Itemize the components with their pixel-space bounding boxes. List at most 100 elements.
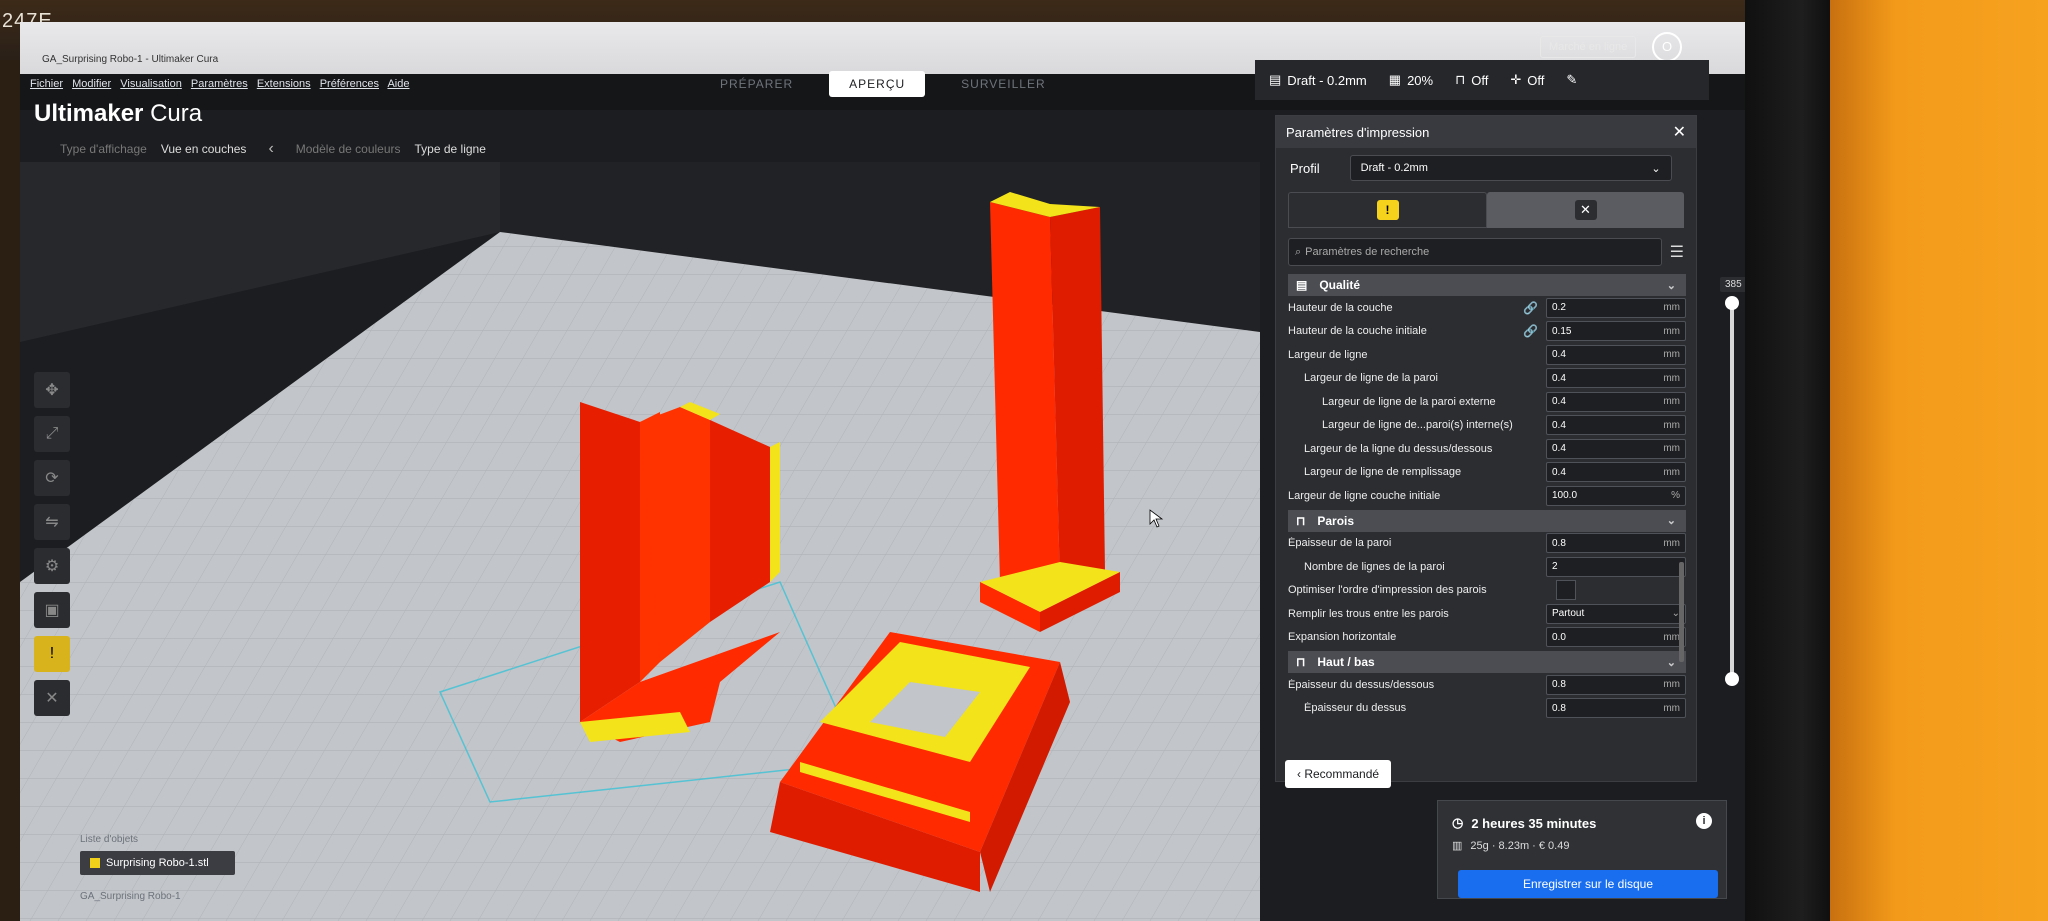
setting-input[interactable]: 0.4 mm — [1546, 438, 1686, 459]
adhesion-icon: ✛ — [1510, 72, 1522, 87]
category-quality[interactable]: ▤ Qualité ⌄ — [1288, 274, 1686, 296]
view-type-label: Type d'affichage — [60, 142, 147, 156]
setting-unit: mm — [1663, 537, 1680, 549]
layer-slider[interactable] — [1730, 300, 1734, 680]
setting-input[interactable]: 0.8 mm — [1546, 533, 1686, 554]
tab-extruder-1[interactable]: ! — [1288, 192, 1487, 228]
rotate-icon[interactable]: ⟳ — [34, 460, 70, 496]
setting-input[interactable]: 0.4 mm — [1546, 368, 1686, 389]
orange-wall — [1830, 0, 2048, 921]
mirror-icon[interactable]: ⇋ — [34, 504, 70, 540]
setting-row: Largeur de ligne de remplissage 0.4 mm — [1288, 461, 1686, 485]
setup-profile: ▤ Draft - 0.2mm — [1269, 72, 1367, 88]
setting-input[interactable]: 0.4 mm — [1546, 344, 1686, 365]
link-icon[interactable]: 🔗 — [1523, 301, 1538, 315]
setting-input[interactable]: 0.4 mm — [1546, 462, 1686, 483]
setup-adhesion: ✛ Off — [1510, 72, 1544, 88]
object-list: Liste d'objets Surprising Robo-1.stl GA_… — [80, 834, 235, 902]
chevron-down-icon: ⌄ — [1666, 656, 1676, 669]
warning-tool-icon[interactable]: ! — [34, 636, 70, 672]
build-plate-viewport[interactable] — [20, 162, 1300, 921]
menu-preferences[interactable]: Préférences — [320, 78, 379, 90]
setting-value: Partout — [1552, 608, 1585, 620]
stage-tabs: PRÉPARER APERÇU SURVEILLER — [720, 70, 1046, 98]
color-scheme-select[interactable]: Type de ligne — [415, 142, 486, 156]
filament-icon: ▥ — [1452, 840, 1463, 852]
profile-label: Profil — [1290, 160, 1320, 176]
search-input[interactable]: ⌕ Paramètres de recherche — [1288, 238, 1662, 266]
account-button[interactable]: O — [1652, 32, 1682, 62]
setting-label: Remplir les trous entre les parois — [1288, 607, 1449, 620]
settings-list[interactable]: ▤ Qualité ⌄ Hauteur de la couche 🔗 0.2 mm… — [1288, 272, 1686, 742]
print-setup-bar[interactable]: ▤ Draft - 0.2mm ▦ 20% ⊓ Off ✛ Off ✎ — [1255, 60, 1709, 100]
scale-icon[interactable]: ⤢ — [34, 416, 70, 452]
setting-unit: % — [1671, 490, 1680, 502]
tab-prepare[interactable]: PRÉPARER — [720, 77, 793, 91]
setting-row: Hauteur de la couche 🔗 0.2 mm — [1288, 296, 1686, 320]
menu-view[interactable]: Visualisation — [120, 78, 182, 90]
setting-input[interactable]: 0.8 mm — [1546, 674, 1686, 695]
walls-icon: ⊓ — [1296, 513, 1306, 528]
recommended-button[interactable]: ‹ Recommandé — [1285, 760, 1392, 788]
setting-value: 0.2 — [1552, 302, 1566, 314]
profile-select[interactable]: Draft - 0.2mm ⌄ — [1349, 155, 1672, 181]
category-walls[interactable]: ⊓ Parois ⌄ — [1288, 509, 1686, 532]
category-top-bottom[interactable]: ⊓ Haut / bas ⌄ — [1288, 651, 1686, 673]
chevron-left-icon[interactable]: ‹ — [268, 140, 273, 158]
setting-input[interactable]: 100.0% — [1546, 485, 1686, 506]
extruder-tabs: ! ✕ — [1288, 192, 1684, 228]
setup-support: ⊓ Off — [1455, 72, 1488, 88]
settings-scrollbar[interactable] — [1679, 562, 1684, 662]
setting-value: 2 — [1552, 561, 1558, 573]
setting-input[interactable]: 0.0 mm — [1546, 627, 1686, 648]
edit-icon[interactable]: ✎ — [1566, 72, 1577, 88]
save-to-disk-button[interactable]: Enregistrer sur le disque — [1458, 870, 1718, 898]
setting-value: 0.8 — [1552, 679, 1566, 691]
setting-label: Largeur de ligne de remplissage — [1304, 466, 1462, 479]
setting-unit: mm — [1663, 466, 1680, 478]
setting-label: Nombre de lignes de la paroi — [1304, 560, 1445, 573]
setting-input[interactable]: 0.2 mm — [1546, 297, 1686, 318]
panel-header: Paramètres d'impression ✕ — [1276, 116, 1696, 148]
setting-row: Remplir les trous entre les parois Parto… — [1288, 602, 1686, 626]
setting-select[interactable]: Partout ⌄ — [1546, 603, 1686, 624]
layer-slider-bottom-handle[interactable] — [1725, 672, 1739, 686]
object-list-item[interactable]: Surprising Robo-1.stl — [80, 851, 235, 875]
menu-help[interactable]: Aide — [387, 78, 409, 90]
hamburger-menu-icon[interactable]: ☰ — [1670, 242, 1684, 262]
link-icon[interactable]: 🔗 — [1523, 324, 1538, 338]
marketplace-button[interactable]: Marché en ligne — [1540, 36, 1637, 58]
setting-input[interactable]: 0.4 mm — [1546, 391, 1686, 412]
tab-preview[interactable]: APERÇU — [829, 71, 926, 97]
setup-adhesion-value: Off — [1527, 72, 1545, 88]
support-blocker-icon[interactable]: ▣ — [34, 592, 70, 628]
per-model-settings-icon[interactable]: ⚙ — [34, 548, 70, 584]
layer-top-value[interactable]: 385 — [1720, 277, 1745, 292]
setting-label: Hauteur de la couche — [1288, 301, 1393, 314]
quality-icon: ▤ — [1296, 278, 1308, 292]
menu-edit[interactable]: Modifier — [72, 78, 111, 90]
setting-input[interactable]: 0.15 mm — [1546, 321, 1686, 342]
setting-input[interactable]: 0.8 mm — [1546, 698, 1686, 719]
setting-unit: mm — [1663, 372, 1680, 384]
object-list-header[interactable]: Liste d'objets — [80, 834, 235, 845]
setup-infill-value: 20% — [1407, 72, 1434, 88]
warning-icon: ! — [1376, 200, 1399, 220]
menu-settings[interactable]: Paramètres — [191, 78, 248, 90]
setting-input[interactable]: 2 — [1546, 556, 1686, 577]
layer-slider-top-handle[interactable] — [1725, 296, 1739, 310]
material-estimate-value: 25g · 8.23m · € 0.49 — [1470, 839, 1570, 852]
close-tool-icon[interactable]: ✕ — [34, 680, 70, 716]
menu-file[interactable]: Fichier — [30, 78, 63, 90]
menu-extensions[interactable]: Extensions — [257, 78, 311, 90]
print-settings-panel: Paramètres d'impression ✕ Profil Draft -… — [1275, 115, 1697, 782]
info-icon[interactable]: i — [1696, 813, 1712, 829]
setting-checkbox[interactable] — [1556, 580, 1576, 601]
tab-monitor[interactable]: SURVEILLER — [961, 77, 1045, 91]
close-icon[interactable]: ✕ — [1673, 122, 1686, 142]
setting-row: Épaisseur de la paroi 0.8 mm — [1288, 532, 1686, 556]
view-type-select[interactable]: Vue en couches — [161, 142, 247, 156]
tab-extruder-2[interactable]: ✕ — [1487, 192, 1684, 228]
setting-input[interactable]: 0.4 mm — [1546, 415, 1686, 436]
move-icon[interactable]: ✥ — [34, 372, 70, 408]
